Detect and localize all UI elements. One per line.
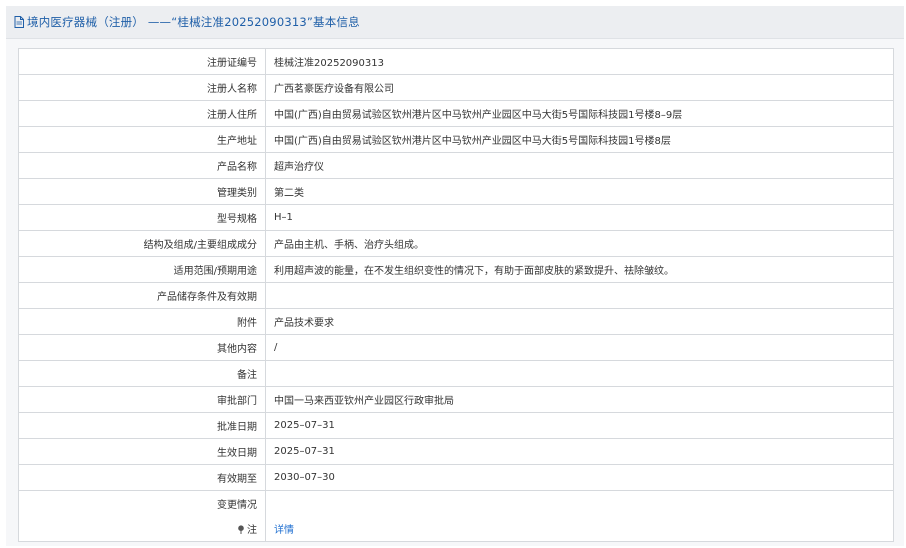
row-label: 审批部门: [19, 386, 266, 413]
row-value: [265, 490, 893, 516]
table-row: 生效日期 2025–07–31: [19, 438, 893, 465]
table-row: 变更情况: [19, 490, 893, 516]
row-value: H–1: [265, 204, 893, 231]
details-link[interactable]: 详情: [274, 525, 294, 536]
row-value: /: [265, 334, 893, 361]
table-row-note: 注 详情: [19, 516, 893, 541]
row-label: 变更情况: [19, 490, 266, 516]
note-label-cell: 注: [19, 516, 266, 541]
row-label: 注册人住所: [19, 100, 266, 127]
table-row: 审批部门 中国一马来西亚钦州产业园区行政审批局: [19, 386, 893, 413]
row-label: 管理类别: [19, 178, 266, 205]
row-label: 产品名称: [19, 152, 266, 179]
row-value: 桂械注准20252090313: [265, 49, 893, 75]
table-row: 注册人住所 中国(广西)自由贸易试验区钦州港片区中马钦州产业园区中马大街5号国际科…: [19, 100, 893, 127]
row-value: 利用超声波的能量，在不发生组织变性的情况下，有助于面部皮肤的紧致提升、祛除皱纹。: [265, 256, 893, 283]
row-value: [265, 282, 893, 309]
table-row: 适用范围/预期用途 利用超声波的能量，在不发生组织变性的情况下，有助于面部皮肤的紧…: [19, 256, 893, 283]
row-label: 生效日期: [19, 438, 266, 465]
row-value: 2030–07–30: [265, 464, 893, 491]
table-row: 批准日期 2025–07–31: [19, 412, 893, 439]
row-value: 产品技术要求: [265, 308, 893, 335]
row-value: 2025–07–31: [265, 438, 893, 465]
row-label: 注册人名称: [19, 74, 266, 101]
table-row: 其他内容 /: [19, 334, 893, 361]
page-title: 境内医疗器械（注册） ——“桂械注准20252090313”基本信息: [27, 15, 360, 29]
table-row: 管理类别 第二类: [19, 178, 893, 205]
info-panel: 境内医疗器械（注册） ——“桂械注准20252090313”基本信息 注册证编号…: [6, 6, 904, 546]
table-row: 型号规格 H–1: [19, 204, 893, 231]
table-row: 有效期至 2030–07–30: [19, 464, 893, 491]
document-icon: [14, 16, 24, 28]
row-label: 其他内容: [19, 334, 266, 361]
row-label: 适用范围/预期用途: [19, 256, 266, 283]
row-value: 第二类: [265, 178, 893, 205]
row-value: 产品由主机、手柄、治疗头组成。: [265, 230, 893, 257]
row-value: 2025–07–31: [265, 412, 893, 439]
row-value: 中国一马来西亚钦州产业园区行政审批局: [265, 386, 893, 413]
table-row: 结构及组成/主要组成成分 产品由主机、手柄、治疗头组成。: [19, 230, 893, 257]
row-label: 型号规格: [19, 204, 266, 231]
row-label: 生产地址: [19, 126, 266, 153]
info-table: 注册证编号 桂械注准20252090313 注册人名称 广西茗豪医疗设备有限公司 注册人…: [18, 48, 894, 542]
table-row: 注册证编号 桂械注准20252090313: [19, 49, 893, 75]
table-row: 产品名称 超声治疗仪: [19, 152, 893, 179]
row-label: 批准日期: [19, 412, 266, 439]
note-value-cell: 详情: [265, 516, 893, 541]
row-value: 中国(广西)自由贸易试验区钦州港片区中马钦州产业园区中马大街5号国际科技园1号楼…: [265, 100, 893, 127]
table-row: 附件 产品技术要求: [19, 308, 893, 335]
row-value: [265, 360, 893, 387]
row-value: 广西茗豪医疗设备有限公司: [265, 74, 893, 101]
panel-header: 境内医疗器械（注册） ——“桂械注准20252090313”基本信息: [6, 6, 904, 39]
row-label: 有效期至: [19, 464, 266, 491]
table-row: 产品储存条件及有效期: [19, 282, 893, 309]
row-label: 备注: [19, 360, 266, 387]
table-row: 注册人名称 广西茗豪医疗设备有限公司: [19, 74, 893, 101]
table-row: 生产地址 中国(广西)自由贸易试验区钦州港片区中马钦州产业园区中马大街5号国际科技…: [19, 126, 893, 153]
table-row: 备注: [19, 360, 893, 387]
row-value: 中国(广西)自由贸易试验区钦州港片区中马钦州产业园区中马大街5号国际科技园1号楼…: [265, 126, 893, 153]
note-label: 注: [247, 525, 257, 536]
row-label: 附件: [19, 308, 266, 335]
row-value: 超声治疗仪: [265, 152, 893, 179]
pin-icon: [238, 525, 244, 534]
row-label: 产品储存条件及有效期: [19, 282, 266, 309]
row-label: 结构及组成/主要组成成分: [19, 230, 266, 257]
row-label: 注册证编号: [19, 49, 266, 75]
